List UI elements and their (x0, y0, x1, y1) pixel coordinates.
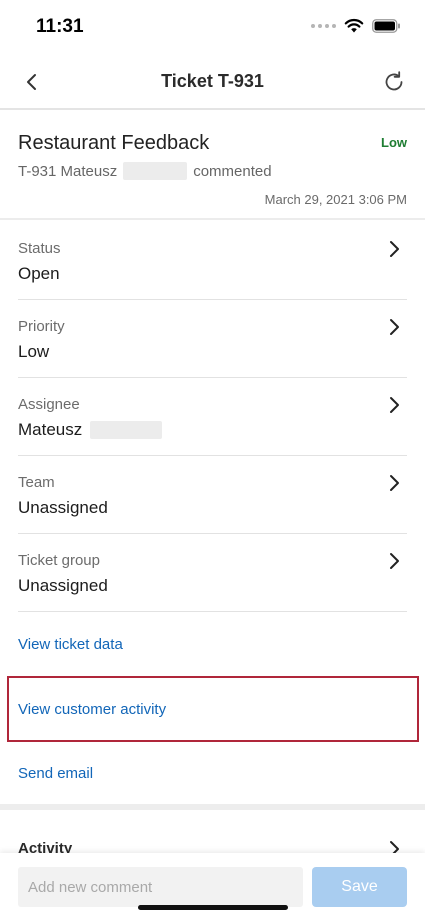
field-label: Ticket group (18, 552, 100, 569)
field-row-team[interactable]: Team Unassigned (18, 456, 407, 534)
field-value: Open (18, 264, 60, 283)
view-customer-activity-link[interactable]: View customer activity (18, 701, 166, 718)
field-value: Low (18, 342, 50, 361)
field-label: Assignee (18, 396, 80, 413)
comment-input[interactable] (18, 867, 303, 907)
ticket-subtitle: T-931 Mateusz commented (18, 162, 272, 180)
redacted-name (123, 162, 188, 180)
field-row-ticket-group[interactable]: Ticket group Unassigned (18, 534, 407, 612)
field-row-priority[interactable]: Priority Low (18, 300, 407, 378)
ticket-title: Restaurant Feedback (18, 132, 210, 154)
status-bar: 11:31 (0, 0, 425, 54)
chevron-right-icon (390, 241, 399, 257)
view-ticket-data-link[interactable]: View ticket data (18, 636, 123, 653)
chevron-right-icon (390, 475, 399, 491)
ticket-action: commented (193, 162, 272, 180)
field-row-assignee[interactable]: Assignee Mateusz (18, 378, 407, 456)
priority-badge: Low (381, 135, 407, 150)
field-row-status[interactable]: Status Open (18, 222, 407, 300)
chevron-right-icon (390, 319, 399, 335)
ticket-id-author: T-931 Mateusz (18, 162, 118, 180)
field-value: Unassigned (18, 576, 108, 595)
chevron-right-icon (390, 397, 399, 413)
field-label: Team (18, 474, 55, 491)
status-time: 11:31 (36, 16, 84, 37)
home-indicator (138, 905, 288, 910)
battery-icon (372, 18, 400, 33)
field-label: Priority (18, 318, 65, 335)
status-icons (311, 18, 401, 33)
redacted-name (90, 421, 163, 439)
refresh-button[interactable] (379, 67, 409, 97)
nav-bar: Ticket T-931 (0, 54, 425, 110)
wifi-icon (344, 18, 364, 33)
save-button[interactable]: Save (312, 867, 407, 907)
signal-icon (311, 23, 336, 28)
chevron-right-icon (390, 553, 399, 569)
field-value: Unassigned (18, 498, 108, 517)
field-value: Mateusz (18, 420, 163, 440)
refresh-icon (385, 71, 403, 91)
ticket-header: Restaurant Feedback Low T-931 Mateusz co… (0, 112, 425, 220)
field-label: Status (18, 240, 61, 257)
send-email-link[interactable]: Send email (18, 765, 93, 782)
ticket-date: March 29, 2021 3:06 PM (264, 192, 407, 207)
page-title: Ticket T-931 (161, 71, 264, 91)
